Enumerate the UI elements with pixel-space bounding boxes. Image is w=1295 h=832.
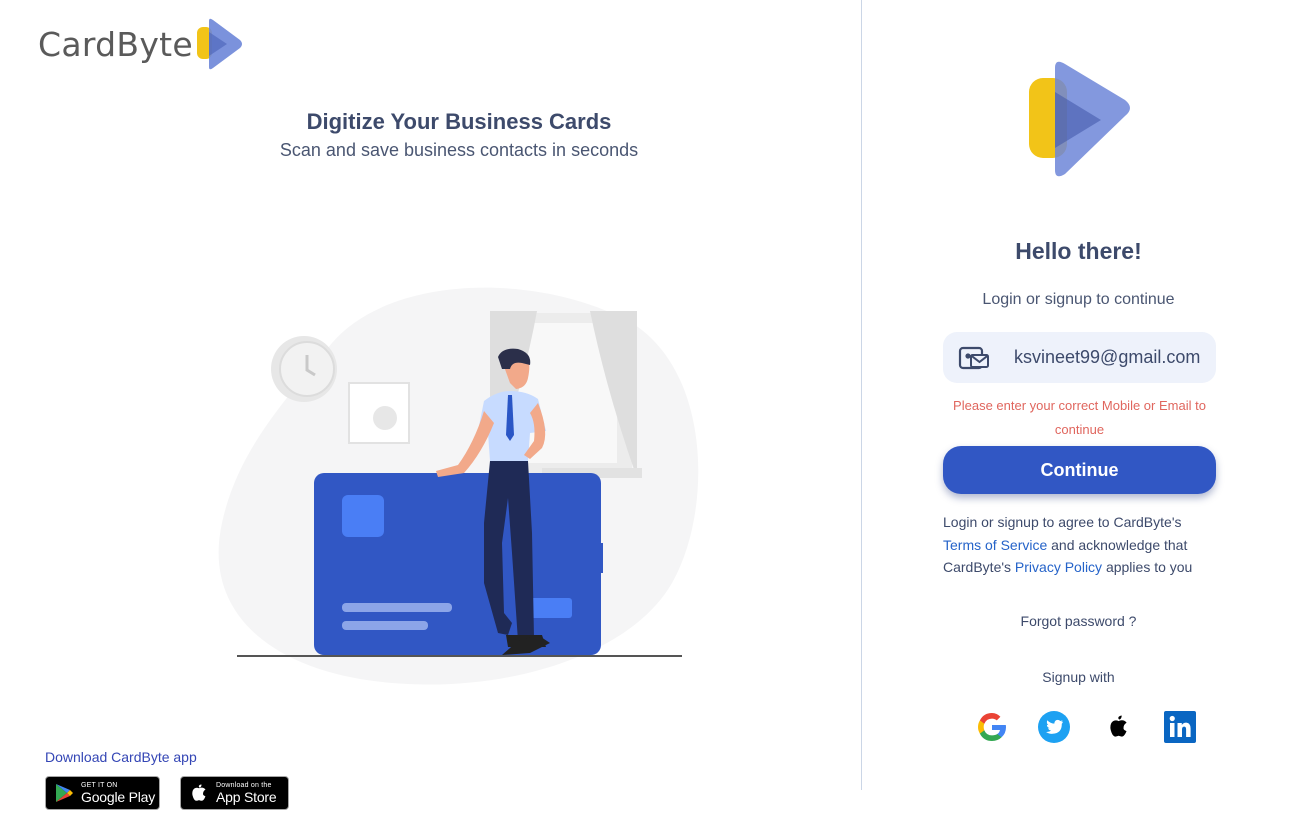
twitter-icon[interactable] xyxy=(1037,710,1071,744)
terms-text: Login or signup to agree to CardByte's T… xyxy=(943,511,1218,579)
error-message: Please enter your correct Mobile or Emai… xyxy=(953,398,1206,437)
google-icon[interactable] xyxy=(975,710,1009,744)
terms-text-part1: Login or signup to agree to CardByte's xyxy=(943,514,1182,530)
terms-of-service-link[interactable]: Terms of Service xyxy=(943,537,1047,553)
signup-with-label: Signup with xyxy=(1042,669,1115,685)
google-play-small-text: GET IT ON xyxy=(81,782,118,789)
brand-logo[interactable]: CardByte xyxy=(38,18,243,70)
continue-button[interactable]: Continue xyxy=(943,446,1216,494)
greeting-title: Hello there! xyxy=(1015,238,1142,264)
login-panel: Hello there! Login or signup to continue… xyxy=(862,0,1295,832)
login-subtitle: Login or signup to continue xyxy=(982,291,1175,308)
email-field[interactable] xyxy=(943,332,1216,383)
download-app-label: Download CardByte app xyxy=(45,749,197,765)
cardbyte-logo-icon xyxy=(197,18,243,70)
google-play-icon xyxy=(56,784,73,802)
apple-icon xyxy=(192,784,206,801)
app-store-big-text: App Store xyxy=(216,789,277,805)
terms-text-part3: applies to you xyxy=(1102,559,1193,575)
app-store-small-text: Download on the xyxy=(216,782,272,789)
google-play-badge[interactable]: GET IT ON Google Play xyxy=(45,776,160,810)
linkedin-icon[interactable] xyxy=(1163,710,1197,744)
app-store-badge[interactable]: Download on the App Store xyxy=(180,776,289,810)
left-panel: CardByte Digitize Your Business Cards Sc… xyxy=(0,0,861,832)
apple-icon[interactable] xyxy=(1100,710,1134,744)
business-card-illustration xyxy=(218,287,699,685)
forgot-password-link[interactable]: Forgot password ? xyxy=(862,613,1295,629)
hero-subtitle: Scan and save business contacts in secon… xyxy=(279,140,639,160)
google-play-big-text: Google Play xyxy=(81,789,156,805)
contact-card-icon xyxy=(958,346,989,369)
privacy-policy-link[interactable]: Privacy Policy xyxy=(1015,559,1102,575)
hero-title: Digitize Your Business Cards xyxy=(306,109,612,134)
brand-name-light: Byte xyxy=(116,24,194,64)
email-input[interactable] xyxy=(1014,347,1204,368)
cardbyte-logo-icon xyxy=(1029,61,1130,177)
brand-name-bold: Card xyxy=(38,24,117,64)
